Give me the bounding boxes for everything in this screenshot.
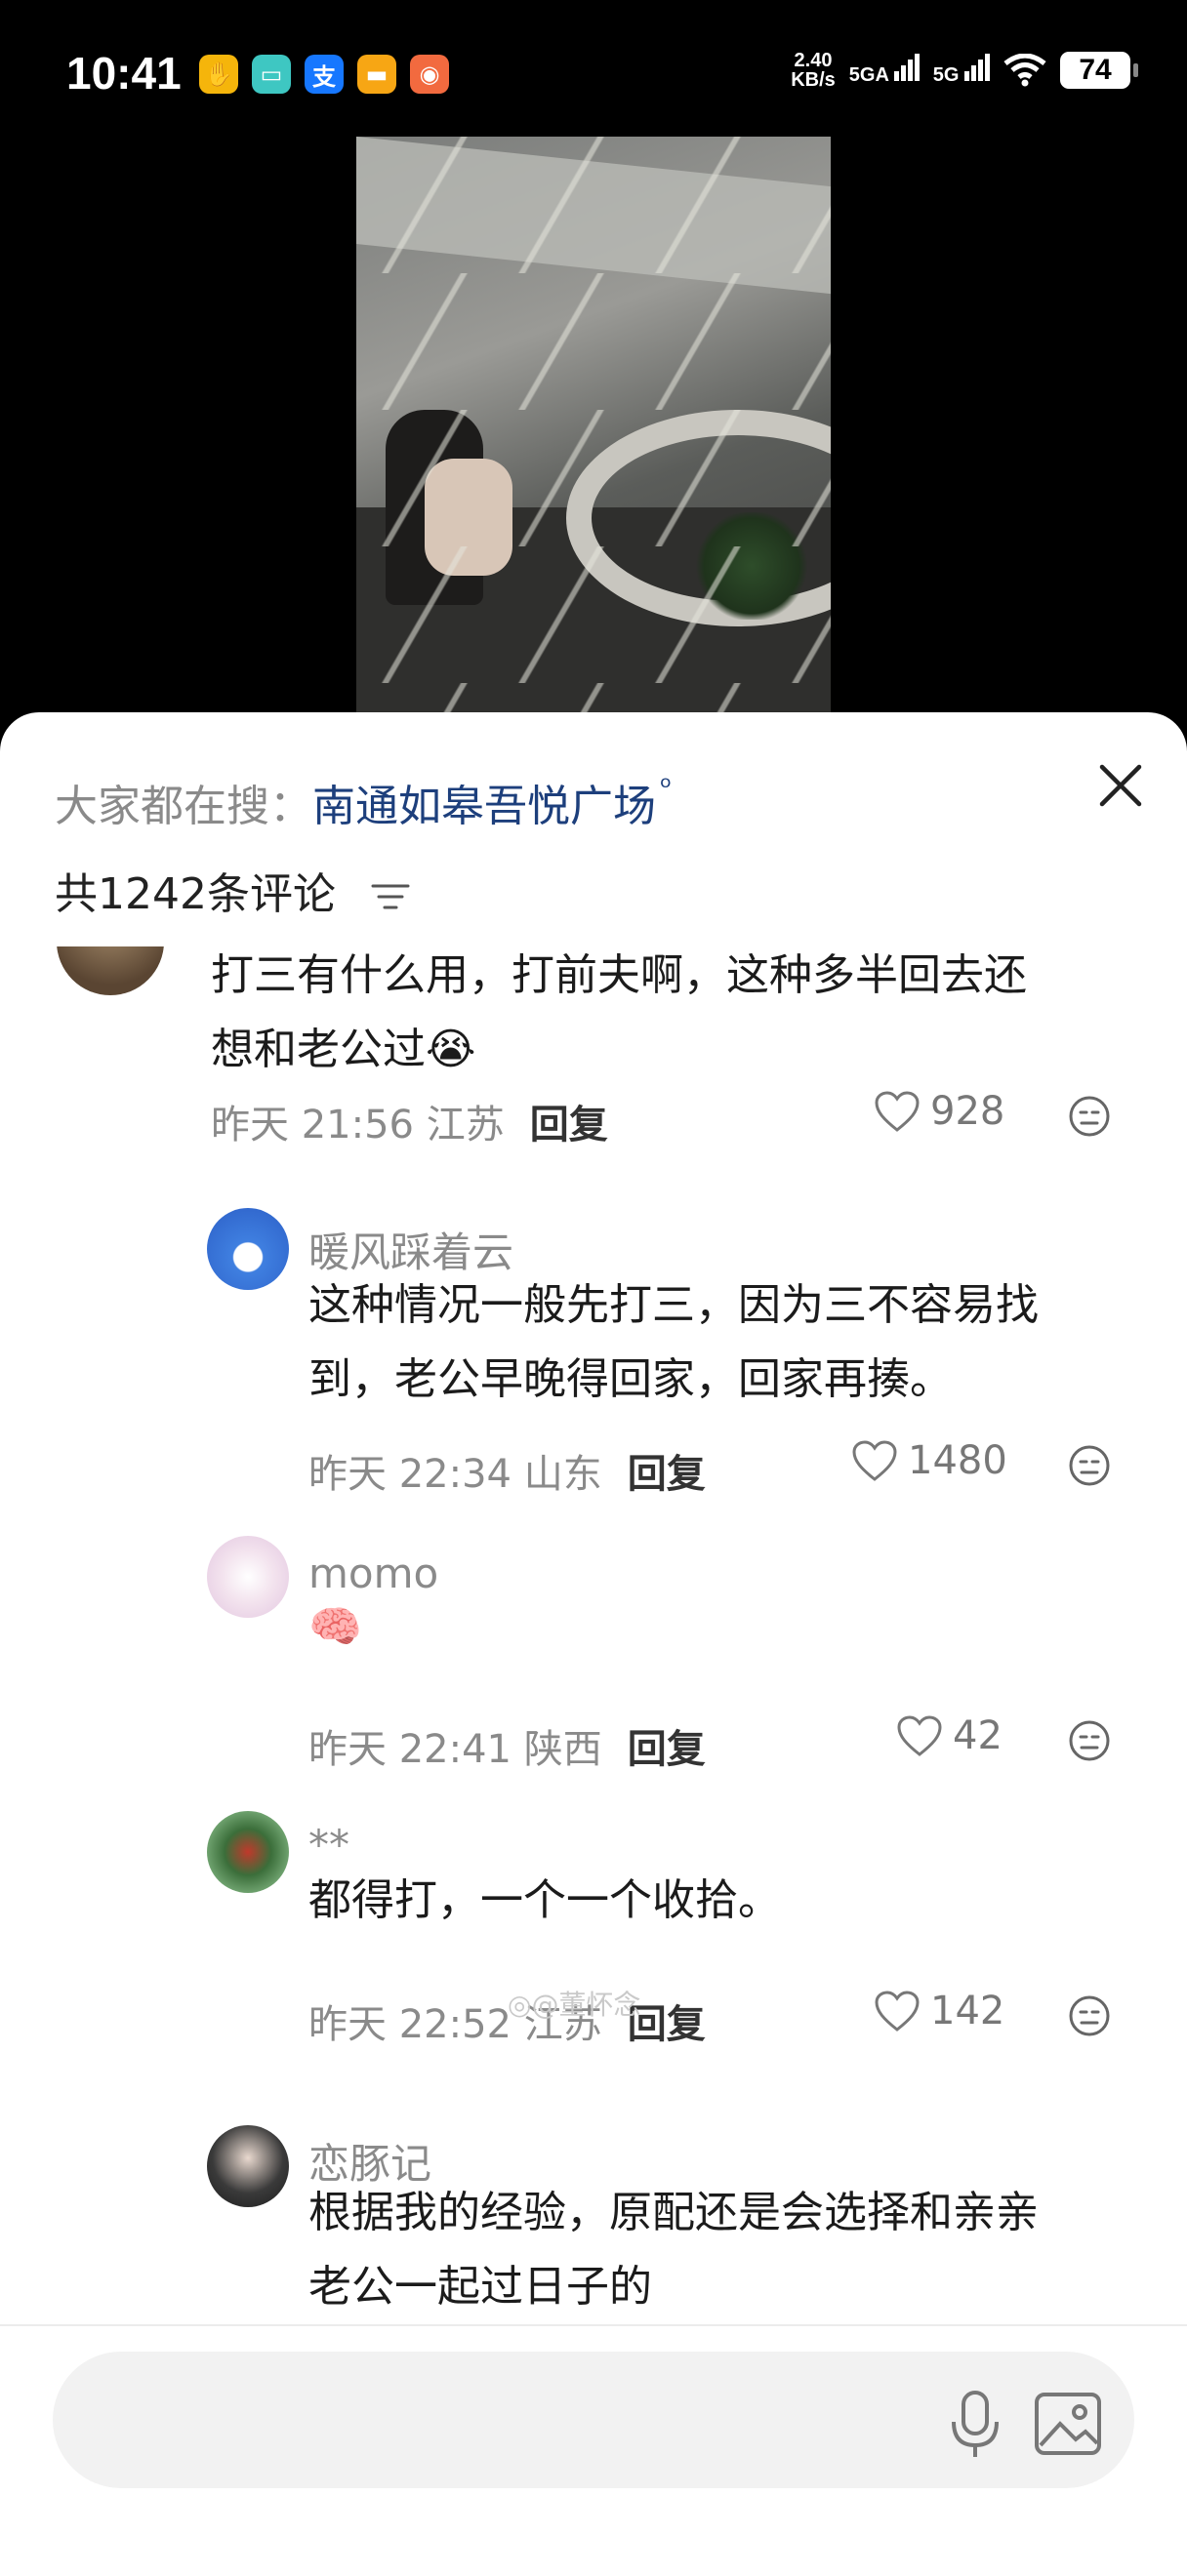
signal-5g-icon: 5G — [933, 54, 990, 87]
hot-search[interactable]: 大家都在搜：南通如皋吾悦广场 ᵒ — [55, 771, 672, 833]
heart-icon — [875, 1991, 920, 2032]
status-right: 2.40 KB/s 5GA 5G 74 — [791, 50, 1138, 91]
net-speed: 2.40 KB/s — [791, 50, 836, 91]
comment-text: 打三有什么用，打前夫啊，这种多半回去还 想和老公过😭 — [211, 950, 1027, 1074]
hot-search-label: 大家都在搜： — [55, 782, 312, 831]
comment-input[interactable] — [53, 2352, 1134, 2488]
card-app-icon: ▬ — [357, 55, 396, 94]
chat-app-icon: ▭ — [252, 55, 291, 94]
wifi-icon — [1003, 54, 1046, 87]
comment-count: 共1242条评论 — [55, 859, 410, 921]
microphone-icon[interactable] — [941, 2385, 1009, 2463]
close-icon[interactable] — [1093, 761, 1148, 816]
emoji-reaction-icon[interactable] — [1068, 1719, 1111, 1762]
notification-icons: ✋ ▭ 支 ▬ ◉ — [199, 55, 449, 94]
heart-icon — [875, 1091, 920, 1132]
avatar[interactable] — [207, 1536, 289, 1618]
image-icon[interactable] — [1029, 2385, 1107, 2463]
avatar[interactable] — [57, 946, 164, 995]
reply-button[interactable]: 回复 — [628, 1727, 706, 1772]
signal-5ga-icon: 5GA — [849, 54, 920, 87]
hot-search-term[interactable]: 南通如皋吾悦广场 — [312, 782, 656, 831]
comment-meta: 昨天 21:56 江苏 回复 — [211, 1103, 608, 1147]
rabbit-app-icon: ◉ — [410, 55, 449, 94]
status-bar: 10:41 ✋ ▭ 支 ▬ ◉ 2.40 KB/s 5GA 5G 74 — [0, 0, 1187, 137]
username[interactable]: ** — [308, 1821, 349, 1869]
comment-text: 🧠 — [308, 1602, 362, 1652]
battery-icon: 74 — [1060, 52, 1138, 89]
like-button[interactable]: 42 — [896, 1713, 1003, 1758]
like-button[interactable]: 928 — [874, 1089, 1004, 1134]
hand-app-icon: ✋ — [199, 55, 238, 94]
comment-meta: 昨天 22:34 山东 回复 — [308, 1452, 706, 1497]
sort-icon[interactable] — [371, 882, 410, 911]
comment-meta: 昨天 22:41 陕西 回复 — [308, 1727, 706, 1772]
video-player[interactable] — [356, 137, 831, 712]
alipay-icon: 支 — [305, 55, 344, 94]
heart-icon — [897, 1715, 942, 1756]
video-scene-reflection — [356, 137, 831, 712]
comment-input-bar — [0, 2324, 1187, 2576]
emoji-reaction-icon[interactable] — [1068, 1444, 1111, 1487]
like-button[interactable]: 1480 — [851, 1438, 1007, 1483]
comment-text: 都得打，一个一个收拾。 — [308, 1875, 781, 1925]
status-time: 10:41 — [66, 48, 182, 99]
comment-text: 根据我的经验，原配还是会选择和亲亲 老公一起过日子的 — [308, 2188, 1039, 2312]
heart-icon — [852, 1440, 897, 1481]
emoji-reaction-icon[interactable] — [1068, 1095, 1111, 1138]
avatar[interactable] — [207, 2125, 289, 2207]
comment-sheet: 大家都在搜：南通如皋吾悦广场 ᵒ 共1242条评论 打三有什么用，打前夫啊，这种多… — [0, 712, 1187, 2576]
reply-button[interactable]: 回复 — [628, 1452, 706, 1497]
reply-button[interactable]: 回复 — [530, 1103, 608, 1147]
comment-list[interactable]: 打三有什么用，打前夫啊，这种多半回去还 想和老公过😭 昨天 21:56 江苏 回复… — [0, 946, 1187, 2049]
emoji-reaction-icon[interactable] — [1068, 1994, 1111, 2037]
like-button[interactable]: 142 — [874, 1989, 1004, 2033]
watermark: ◎@董怀念 — [508, 1989, 641, 2021]
comment-text: 这种情况一般先打三，因为三不容易找 到，老公早晚得回家，回家再揍。 — [308, 1280, 1039, 1404]
weibo-icon: ◎ — [508, 1989, 532, 2021]
avatar[interactable] — [207, 1811, 289, 1893]
search-icon: ᵒ — [660, 771, 673, 805]
avatar[interactable] — [207, 1208, 289, 1290]
